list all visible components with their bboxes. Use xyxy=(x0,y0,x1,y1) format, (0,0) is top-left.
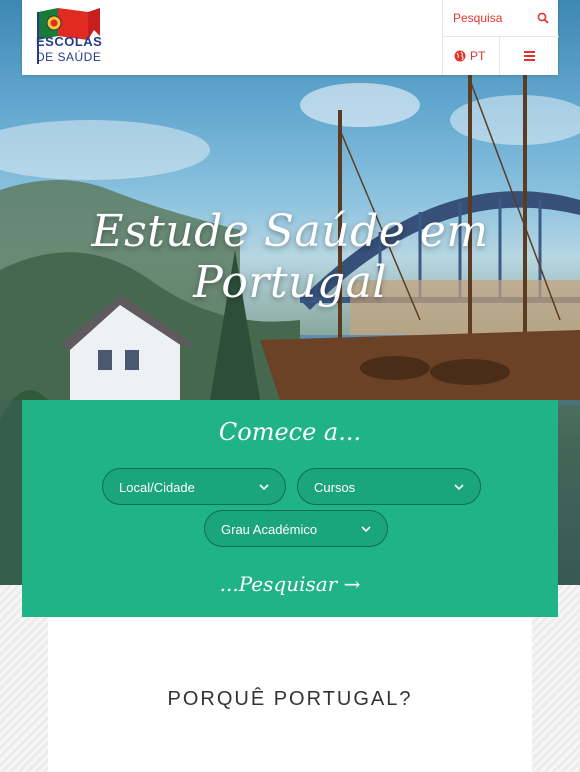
hero-title: Estude Saúde em Portugal xyxy=(91,206,489,308)
cursos-select-label: Cursos xyxy=(314,480,356,495)
grau-academico-select-label: Grau Académico xyxy=(221,522,318,537)
chevron-down-icon xyxy=(259,484,269,491)
language-selector[interactable]: PT xyxy=(443,37,500,75)
hamburger-menu-icon xyxy=(524,51,535,61)
logo[interactable]: ESCOLAS DE SAÚDE xyxy=(22,0,142,75)
why-portugal-title: PORQUÊ PORTUGAL? xyxy=(167,688,413,710)
search-panel: Comece a... Local/Cidade Cursos Grau Aca… xyxy=(22,400,558,617)
chevron-down-icon xyxy=(454,484,464,491)
search-icon xyxy=(537,12,549,24)
search-submit-link[interactable]: ...Pesquisar → xyxy=(22,572,558,596)
search-button[interactable]: Pesquisa xyxy=(443,0,559,37)
cursos-select[interactable]: Cursos xyxy=(297,468,481,505)
local-cidade-select-label: Local/Cidade xyxy=(119,480,195,495)
language-label: PT xyxy=(470,49,486,63)
menu-button[interactable] xyxy=(500,37,559,75)
logo-text-line2: DE SAÚDE xyxy=(36,50,102,64)
search-panel-title: Comece a... xyxy=(218,418,362,446)
header-actions: Pesquisa PT xyxy=(442,0,559,75)
site-header: ESCOLAS DE SAÚDE Pesquisa PT xyxy=(22,0,559,75)
globe-icon xyxy=(454,50,466,62)
grau-academico-select[interactable]: Grau Académico xyxy=(204,510,388,547)
local-cidade-select[interactable]: Local/Cidade xyxy=(102,468,286,505)
logo-text-line1: ESCOLAS xyxy=(36,34,103,49)
chevron-down-icon xyxy=(361,526,371,533)
search-label: Pesquisa xyxy=(453,11,503,25)
